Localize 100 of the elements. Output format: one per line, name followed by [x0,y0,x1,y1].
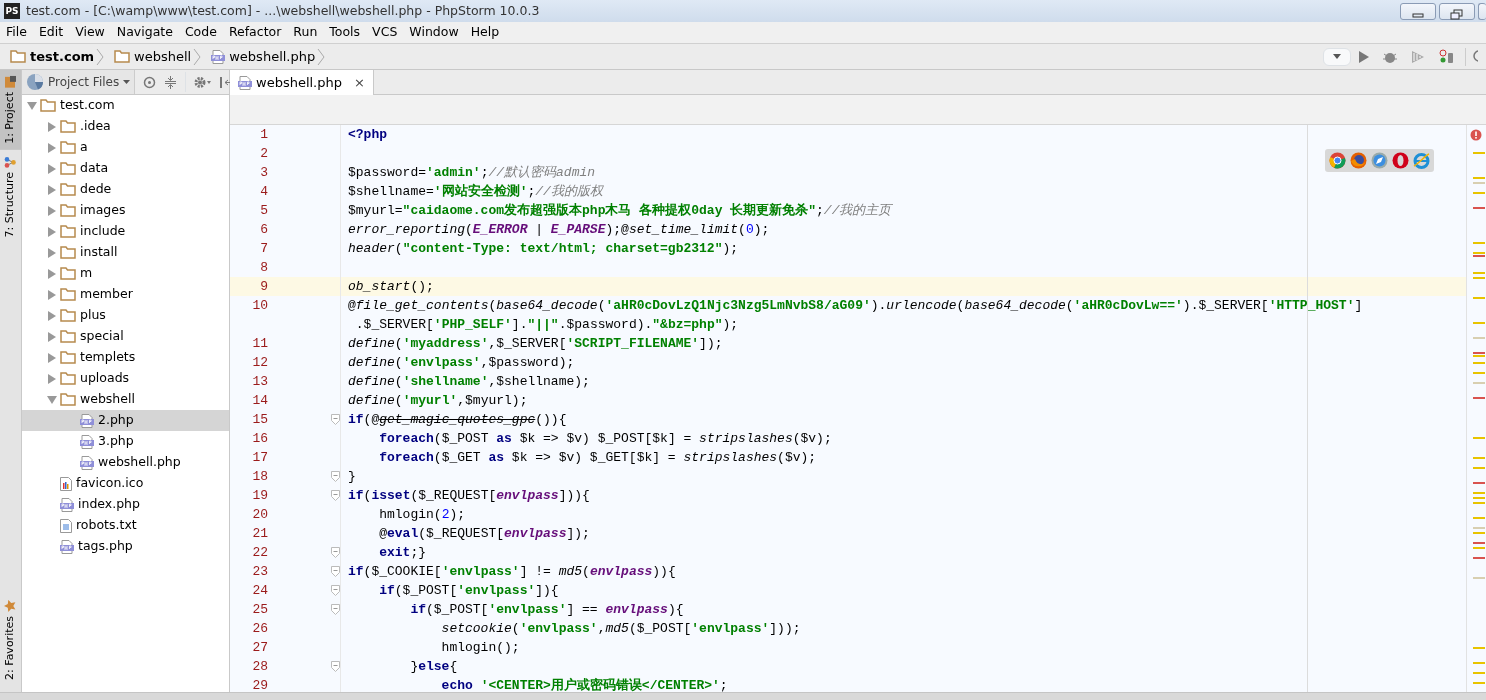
caret-icon[interactable] [48,121,56,132]
menu-item[interactable]: Navigate [110,23,179,42]
caret-icon[interactable] [48,142,56,153]
caret-icon[interactable] [48,310,56,321]
run-config-dropdown[interactable] [1323,47,1351,66]
fold-icon[interactable] [331,603,340,615]
tree-item[interactable]: special [22,326,229,347]
tree-item[interactable]: plus [22,305,229,326]
tree-item[interactable]: templets [22,347,229,368]
caret-icon[interactable] [48,373,56,384]
caret-icon[interactable] [48,289,56,300]
tree-item[interactable]: tags.php [22,536,229,557]
folder-icon [60,120,76,133]
tree-item[interactable]: a [22,137,229,158]
caret-icon[interactable] [48,247,56,258]
browser-icon[interactable] [1350,151,1367,169]
tree-item[interactable]: test.com [22,95,229,116]
menu-item[interactable]: Code [178,23,223,42]
menu-item[interactable]: View [69,23,111,42]
chevron-icon [96,47,105,66]
editor-tab[interactable]: webshell.php × [230,70,374,95]
tool-window-tab[interactable]: 7: Structure [0,149,21,244]
line-number: 7 [259,239,268,258]
close-icon[interactable]: × [354,72,365,93]
caret-icon[interactable] [48,268,56,279]
caret-icon[interactable] [47,395,57,404]
caret-icon[interactable] [48,205,56,216]
tree-item[interactable]: 2.php [22,410,229,431]
chevron-icon [193,47,202,66]
fold-icon[interactable] [331,565,340,577]
menu-item[interactable]: Edit [32,23,70,42]
folder-icon [60,372,76,385]
tree-item[interactable]: data [22,158,229,179]
folder-icon [10,50,26,63]
minimize-button[interactable] [1400,2,1436,20]
caret-icon[interactable] [48,226,56,237]
tree-item[interactable]: dede [22,179,229,200]
line-number: 23 [251,562,268,581]
tree-item[interactable]: webshell.php [22,452,229,473]
line-number: 24 [251,581,268,600]
caret-icon[interactable] [48,184,56,195]
menu-item[interactable]: Run [287,23,324,42]
menu-item[interactable]: Refactor [222,23,288,42]
browser-icon[interactable] [1392,151,1409,169]
line-number: 26 [251,619,268,638]
tree-item[interactable]: index.php [22,494,229,515]
breadcrumb-item[interactable]: webshell.php [201,46,318,67]
fold-icon[interactable] [331,546,340,558]
fold-icon[interactable] [331,470,340,482]
tool-window-tab[interactable]: 2: Favorites [0,594,21,686]
menu-item[interactable]: Help [464,23,506,42]
breadcrumb-item[interactable]: test.com [0,46,97,67]
tree-item[interactable]: webshell [22,389,229,410]
folder-icon [60,141,76,154]
project-view-dropdown[interactable]: Project Files [22,70,136,94]
fold-icon[interactable] [331,660,340,672]
browser-icon[interactable] [1329,151,1346,169]
php-file-icon [211,49,226,64]
tree-item[interactable]: install [22,242,229,263]
tool-window-tab[interactable]: 1: Project [0,70,21,150]
line-number: 5 [259,201,268,220]
tree-item[interactable]: uploads [22,368,229,389]
caret-icon[interactable] [48,352,56,363]
app-logo: PS [4,3,20,19]
close-button[interactable] [1478,2,1486,20]
menu-item[interactable]: VCS [366,23,404,42]
line-number: 19 [251,486,268,505]
folder-icon [60,267,76,280]
menu-item[interactable]: File [0,23,33,42]
tree-item[interactable]: favicon.ico [22,473,229,494]
caret-icon[interactable] [27,101,37,110]
error-icon[interactable] [1470,128,1482,141]
tree-item[interactable]: 3.php [22,431,229,452]
line-number: 1 [259,125,268,144]
line-number: 29 [251,676,268,692]
php-file-icon [80,455,94,470]
tree-item[interactable]: robots.txt [22,515,229,536]
browser-icon[interactable] [1413,151,1430,169]
caret-icon [1333,53,1341,59]
menu-item[interactable]: Window [403,23,465,42]
line-number: 28 [251,657,268,676]
tree-item[interactable]: m [22,263,229,284]
caret-icon[interactable] [48,331,56,342]
browser-icon[interactable] [1371,151,1388,169]
caret-icon[interactable] [48,163,56,174]
restore-button[interactable] [1439,2,1475,20]
fold-icon[interactable] [331,584,340,596]
menu-item[interactable]: Tools [323,23,367,42]
line-number: 17 [251,448,268,467]
tree-item[interactable]: .idea [22,116,229,137]
fold-icon[interactable] [331,489,340,501]
tree-item[interactable]: member [22,284,229,305]
tree-item[interactable]: images [22,200,229,221]
folder-icon [60,351,76,364]
fold-icon[interactable] [331,413,340,425]
php-file-icon [60,539,74,554]
breadcrumb-item[interactable]: webshell [104,46,194,67]
tree-item[interactable]: include [22,221,229,242]
minimize-icon [1412,10,1424,18]
line-number: 20 [251,505,268,524]
